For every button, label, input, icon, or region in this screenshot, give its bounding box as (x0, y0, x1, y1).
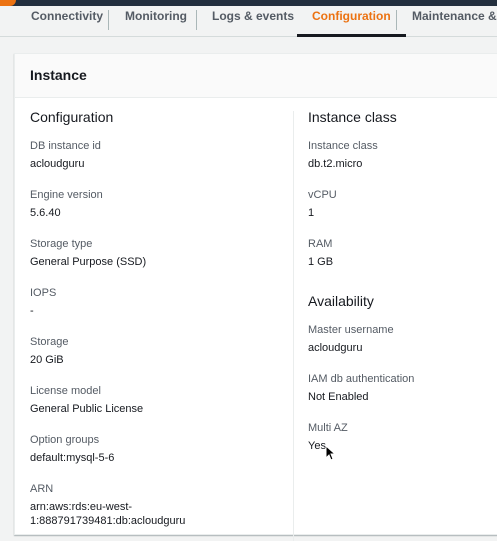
db-instance-id-label: DB instance id (30, 140, 101, 152)
tab-configuration[interactable]: Configuration (297, 6, 406, 37)
multi-az-value: Yes (308, 440, 326, 452)
master-username-label: Master username (308, 324, 394, 336)
tab-separator (108, 10, 109, 30)
availability-section-title: Availability (308, 293, 374, 309)
instance-class-value: db.t2.micro (308, 158, 363, 170)
instance-class-section-title: Instance class (308, 109, 397, 125)
option-groups-value[interactable]: default:mysql-5-6 (30, 452, 114, 464)
storage-type-label: Storage type (30, 238, 93, 250)
instance-class-label: Instance class (308, 140, 378, 152)
tab-separator (196, 10, 197, 30)
configuration-section-title: Configuration (30, 109, 114, 125)
engine-version-value: 5.6.40 (30, 207, 61, 219)
license-model-value: General Public License (30, 403, 144, 415)
option-groups-label: Option groups (30, 434, 100, 446)
mouse-cursor-icon (325, 445, 335, 461)
storage-type-value: General Purpose (SSD) (30, 256, 147, 268)
multi-az-label: Multi AZ (308, 422, 348, 434)
ram-label: RAM (308, 238, 333, 250)
vcpu-label: vCPU (308, 189, 337, 201)
storage-label: Storage (30, 336, 69, 348)
iops-label: IOPS (30, 287, 57, 299)
instance-panel: Instance Configuration DB instance id ac… (14, 53, 497, 541)
arn-value-line2: 1:888791739481:db:acloudguru (30, 515, 186, 527)
master-username-value: acloudguru (308, 342, 363, 354)
iam-db-authentication-label: IAM db authentication (308, 373, 415, 385)
license-model-label: License model (30, 385, 101, 397)
tab-monitoring[interactable]: Monitoring (125, 6, 187, 36)
ram-value: 1 GB (308, 256, 334, 268)
column-divider (293, 111, 294, 541)
panel-title: Instance (30, 67, 87, 83)
arn-label: ARN (30, 483, 54, 495)
tab-maintenance-backups[interactable]: Maintenance & ba (412, 6, 497, 36)
iam-db-authentication-value: Not Enabled (308, 391, 369, 403)
engine-version-label: Engine version (30, 189, 103, 201)
tab-connectivity[interactable]: Connectivity (31, 6, 103, 36)
tab-logs-events[interactable]: Logs & events (212, 6, 294, 36)
vcpu-value: 1 (308, 207, 315, 219)
storage-value: 20 GiB (30, 354, 64, 366)
arn-value: arn:aws:rds:eu-west- (30, 501, 133, 513)
tab-bar: Connectivity Monitoring Logs & events Co… (0, 6, 497, 37)
tab-separator (396, 10, 397, 30)
iops-value: - (30, 305, 34, 317)
panel-header: Instance (15, 54, 497, 98)
db-instance-id-value: acloudguru (30, 158, 85, 170)
